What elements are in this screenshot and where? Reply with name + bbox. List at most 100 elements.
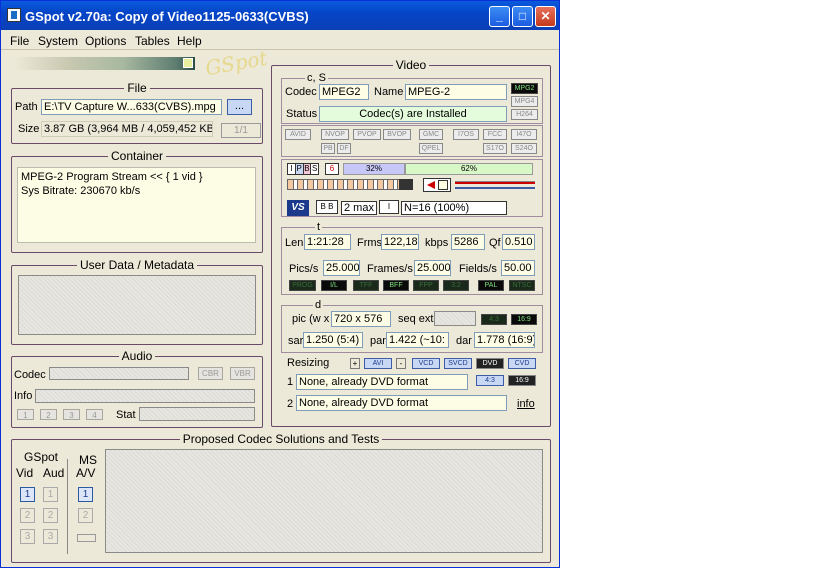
tag-i7os: I7OS: [453, 129, 479, 140]
tag-prog: PROG: [289, 280, 316, 291]
len-field: 1:21:28: [304, 234, 351, 250]
page-indicator[interactable]: 1/1: [221, 123, 261, 138]
frames-label: Frames/s: [367, 263, 413, 275]
len-label: Len: [285, 237, 304, 249]
resize-minus-button[interactable]: -: [396, 358, 406, 369]
gop-n-label: N=16 (100%): [401, 201, 507, 215]
qf-label: Qf: [489, 237, 501, 249]
pic-field: 720 x 576: [331, 311, 391, 327]
tag-h264: H264: [511, 109, 538, 120]
vs-icon[interactable]: VS: [287, 200, 309, 216]
tag-ntsc: NTSC: [509, 280, 535, 291]
dar-label: dar: [456, 335, 472, 347]
resize-avi[interactable]: AVI: [364, 358, 392, 369]
ms-av-2[interactable]: 2: [78, 508, 93, 523]
audio-stream-2[interactable]: 2: [40, 409, 57, 420]
menu-options[interactable]: Options: [85, 34, 126, 48]
audio-stream-3[interactable]: 3: [63, 409, 80, 420]
file-legend: File: [124, 81, 150, 95]
gspot-aud-3[interactable]: 3: [43, 529, 58, 544]
path-field[interactable]: E:\TV Capture W...633(CVBS).mpg: [41, 99, 222, 115]
tag-avid: AVID: [285, 129, 311, 140]
sar-field: 1.250 (5:4): [303, 332, 363, 348]
tag-pal: PAL: [478, 280, 504, 291]
info-link[interactable]: info: [517, 398, 535, 410]
resize-vcd[interactable]: VCD: [412, 358, 440, 369]
tag-bff: BFF: [383, 280, 409, 291]
gspot-aud-1[interactable]: 1: [43, 487, 58, 502]
video-status-label: Status: [286, 108, 318, 120]
gop-count: 6: [325, 163, 339, 175]
menu-system[interactable]: System: [38, 34, 78, 48]
tag-pb: PB: [321, 143, 335, 154]
qf-field: 0.510: [502, 234, 535, 250]
resize-2-label: 2: [287, 398, 294, 410]
maximize-button[interactable]: □: [512, 6, 533, 27]
gspot-vid-2[interactable]: 2: [20, 508, 35, 523]
vbr-indicator: VBR: [230, 367, 255, 380]
container-info: MPEG-2 Program Stream << { 1 vid } Sys B…: [17, 167, 256, 243]
aud-label: Aud: [43, 466, 65, 480]
seqext-label: seq ext: [398, 313, 434, 325]
tag-interlaced: I/L: [321, 280, 347, 291]
tag-mpg4: MPG4: [511, 96, 538, 107]
resize-svcd[interactable]: SVCD: [444, 358, 472, 369]
proposed-legend: Proposed Codec Solutions and Tests: [179, 432, 383, 446]
audio-stream-4[interactable]: 4: [86, 409, 103, 420]
cbr-indicator: CBR: [198, 367, 223, 380]
ms-av-extra-button[interactable]: [77, 534, 96, 542]
menu-help[interactable]: Help: [177, 34, 202, 48]
par-field: 1.422 (~10:: [386, 332, 449, 348]
app-icon[interactable]: [7, 8, 21, 22]
color-gradient-strip: [15, 57, 195, 70]
pics-label: Pics/s: [289, 263, 319, 275]
gop-graph-line-2: [455, 187, 535, 189]
gspot-vid-3[interactable]: 3: [20, 529, 35, 544]
pic-label: pic (w x: [292, 313, 330, 325]
kbps-field: 5286: [451, 234, 485, 250]
seqext-field: [434, 311, 476, 326]
audio-info-label: Info: [14, 390, 33, 402]
tag-s17o: S17O: [483, 143, 507, 154]
gspot-aud-2[interactable]: 2: [43, 508, 58, 523]
resize-plus-button[interactable]: +: [350, 358, 360, 369]
ms-av-1[interactable]: 1: [78, 487, 93, 502]
tag-nvop: NVOP: [321, 129, 349, 140]
tag-bvop: BVOP: [383, 129, 411, 140]
browse-button[interactable]: ...: [227, 99, 252, 115]
gspot-logo: GSpot: [203, 45, 270, 81]
cs-legend: c, S: [305, 72, 328, 84]
video-status-field: Codec(s) are Installed: [319, 106, 507, 122]
tag-tff: TFF: [353, 280, 379, 291]
frames-field: 25.000: [414, 260, 451, 276]
audio-legend: Audio: [118, 349, 156, 363]
audio-stat-label: Stat: [116, 409, 136, 421]
indicator-light: [183, 58, 193, 68]
kbps-label: kbps: [425, 237, 449, 249]
resize-aspect-16-9[interactable]: 16:9: [508, 375, 536, 386]
menu-bar: File System Options Tables Help: [1, 30, 559, 50]
resize-cvd[interactable]: CVD: [508, 358, 536, 369]
menu-file[interactable]: File: [10, 34, 29, 48]
bframes-max: 2 max: [341, 201, 377, 215]
video-name-field: MPEG-2: [405, 84, 507, 100]
gop-type-i: I: [288, 164, 296, 174]
gop-type-legend: I P B S: [287, 163, 319, 175]
path-label: Path: [15, 101, 38, 113]
gspot-vid-1[interactable]: 1: [20, 487, 35, 502]
close-button[interactable]: ✕: [535, 6, 556, 27]
fields-field: 50.00: [501, 260, 535, 276]
sar-label: sar: [288, 335, 304, 347]
minimize-button[interactable]: _: [489, 6, 510, 27]
gspot-window: GSpot v2.70a: Copy of Video1125-0633(CVB…: [0, 0, 560, 568]
audio-stream-1[interactable]: 1: [17, 409, 34, 420]
gop-strip-end: [399, 179, 413, 190]
title-bar[interactable]: GSpot v2.70a: Copy of Video1125-0633(CVB…: [1, 1, 559, 30]
resize-dvd[interactable]: DVD: [476, 358, 504, 369]
dar-field: 1.778 (16:9): [474, 332, 535, 348]
tag-4-3: 4:3: [481, 314, 507, 325]
resize-aspect-4-3[interactable]: 4:3: [476, 375, 504, 386]
menu-tables[interactable]: Tables: [135, 34, 170, 48]
frms-field: 122,18: [381, 234, 419, 250]
iframe-indicator: I: [379, 200, 399, 214]
